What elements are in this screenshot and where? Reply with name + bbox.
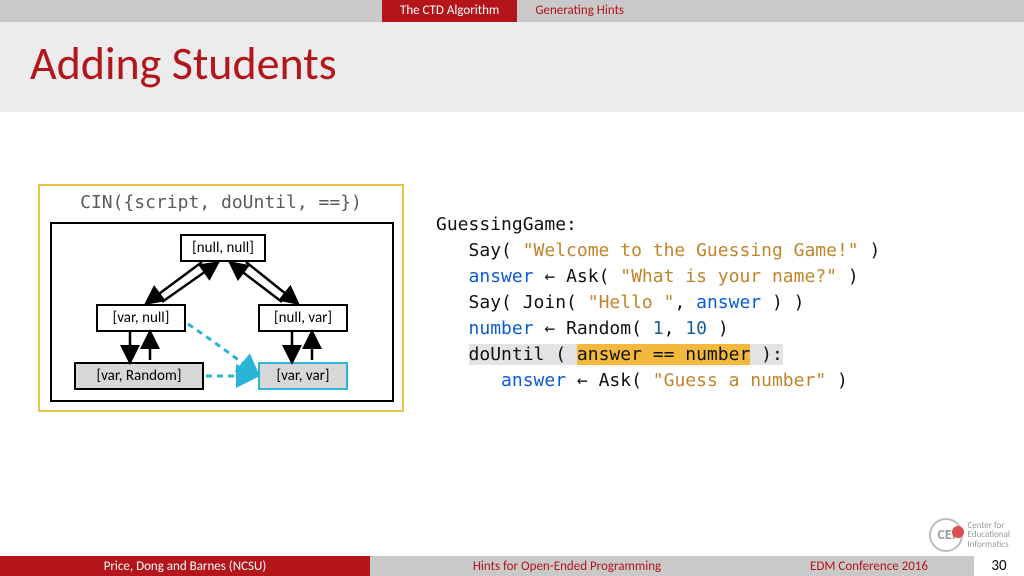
code-line-3: Say( Join( "Hello ", answer ) ) (436, 290, 880, 316)
code-line-4: number ← Random( 1, 10 ) (436, 316, 880, 342)
diagram-caption: CIN({script, doUntil, ==}) (40, 186, 402, 217)
code-line-1: Say( "Welcome to the Guessing Game!" ) (436, 238, 880, 264)
node-left2: [var, Random] (74, 362, 204, 390)
code-line-5: doUntil ( answer == number ): (436, 342, 880, 368)
footer-page: 30 (974, 556, 1024, 576)
logo-text: Center for Educational Informatics (967, 521, 1010, 549)
tab-active: The CTD Algorithm (382, 0, 517, 22)
tab-inactive: Generating Hints (517, 0, 642, 22)
header-tabs: The CTD Algorithm Generating Hints (0, 0, 1024, 22)
diagram-inner: [null, null] [var, null] [null, var] [va… (50, 222, 394, 402)
code-line-6: answer ← Ask( "Guess a number" ) (436, 368, 880, 394)
footer: Price, Dong and Barnes (NCSU) Hints for … (0, 556, 1024, 576)
logo: CEI Center for Educational Informatics (929, 518, 1010, 552)
footer-title: Hints for Open-Ended Programming (370, 556, 764, 576)
footer-authors: Price, Dong and Barnes (NCSU) (0, 556, 370, 576)
node-right2: [var, var] (258, 362, 348, 390)
node-right1: [null, var] (258, 304, 348, 332)
main-content: CIN({script, doUntil, ==}) [null, null] … (0, 112, 1024, 542)
title-bar: Adding Students (0, 22, 1024, 112)
logo-mark: CEI (929, 518, 963, 552)
node-left1: [var, null] (96, 304, 186, 332)
node-top: [null, null] (180, 234, 266, 262)
footer-venue: EDM Conference 2016 (764, 556, 974, 576)
code-line-0: GuessingGame: (436, 212, 880, 238)
code-block: GuessingGame: Say( "Welcome to the Guess… (436, 212, 880, 394)
slide-title: Adding Students (30, 36, 994, 92)
diagram-panel: CIN({script, doUntil, ==}) [null, null] … (38, 184, 404, 412)
code-line-2: answer ← Ask( "What is your name?" ) (436, 264, 880, 290)
highlight-expression: answer == number (577, 344, 750, 365)
